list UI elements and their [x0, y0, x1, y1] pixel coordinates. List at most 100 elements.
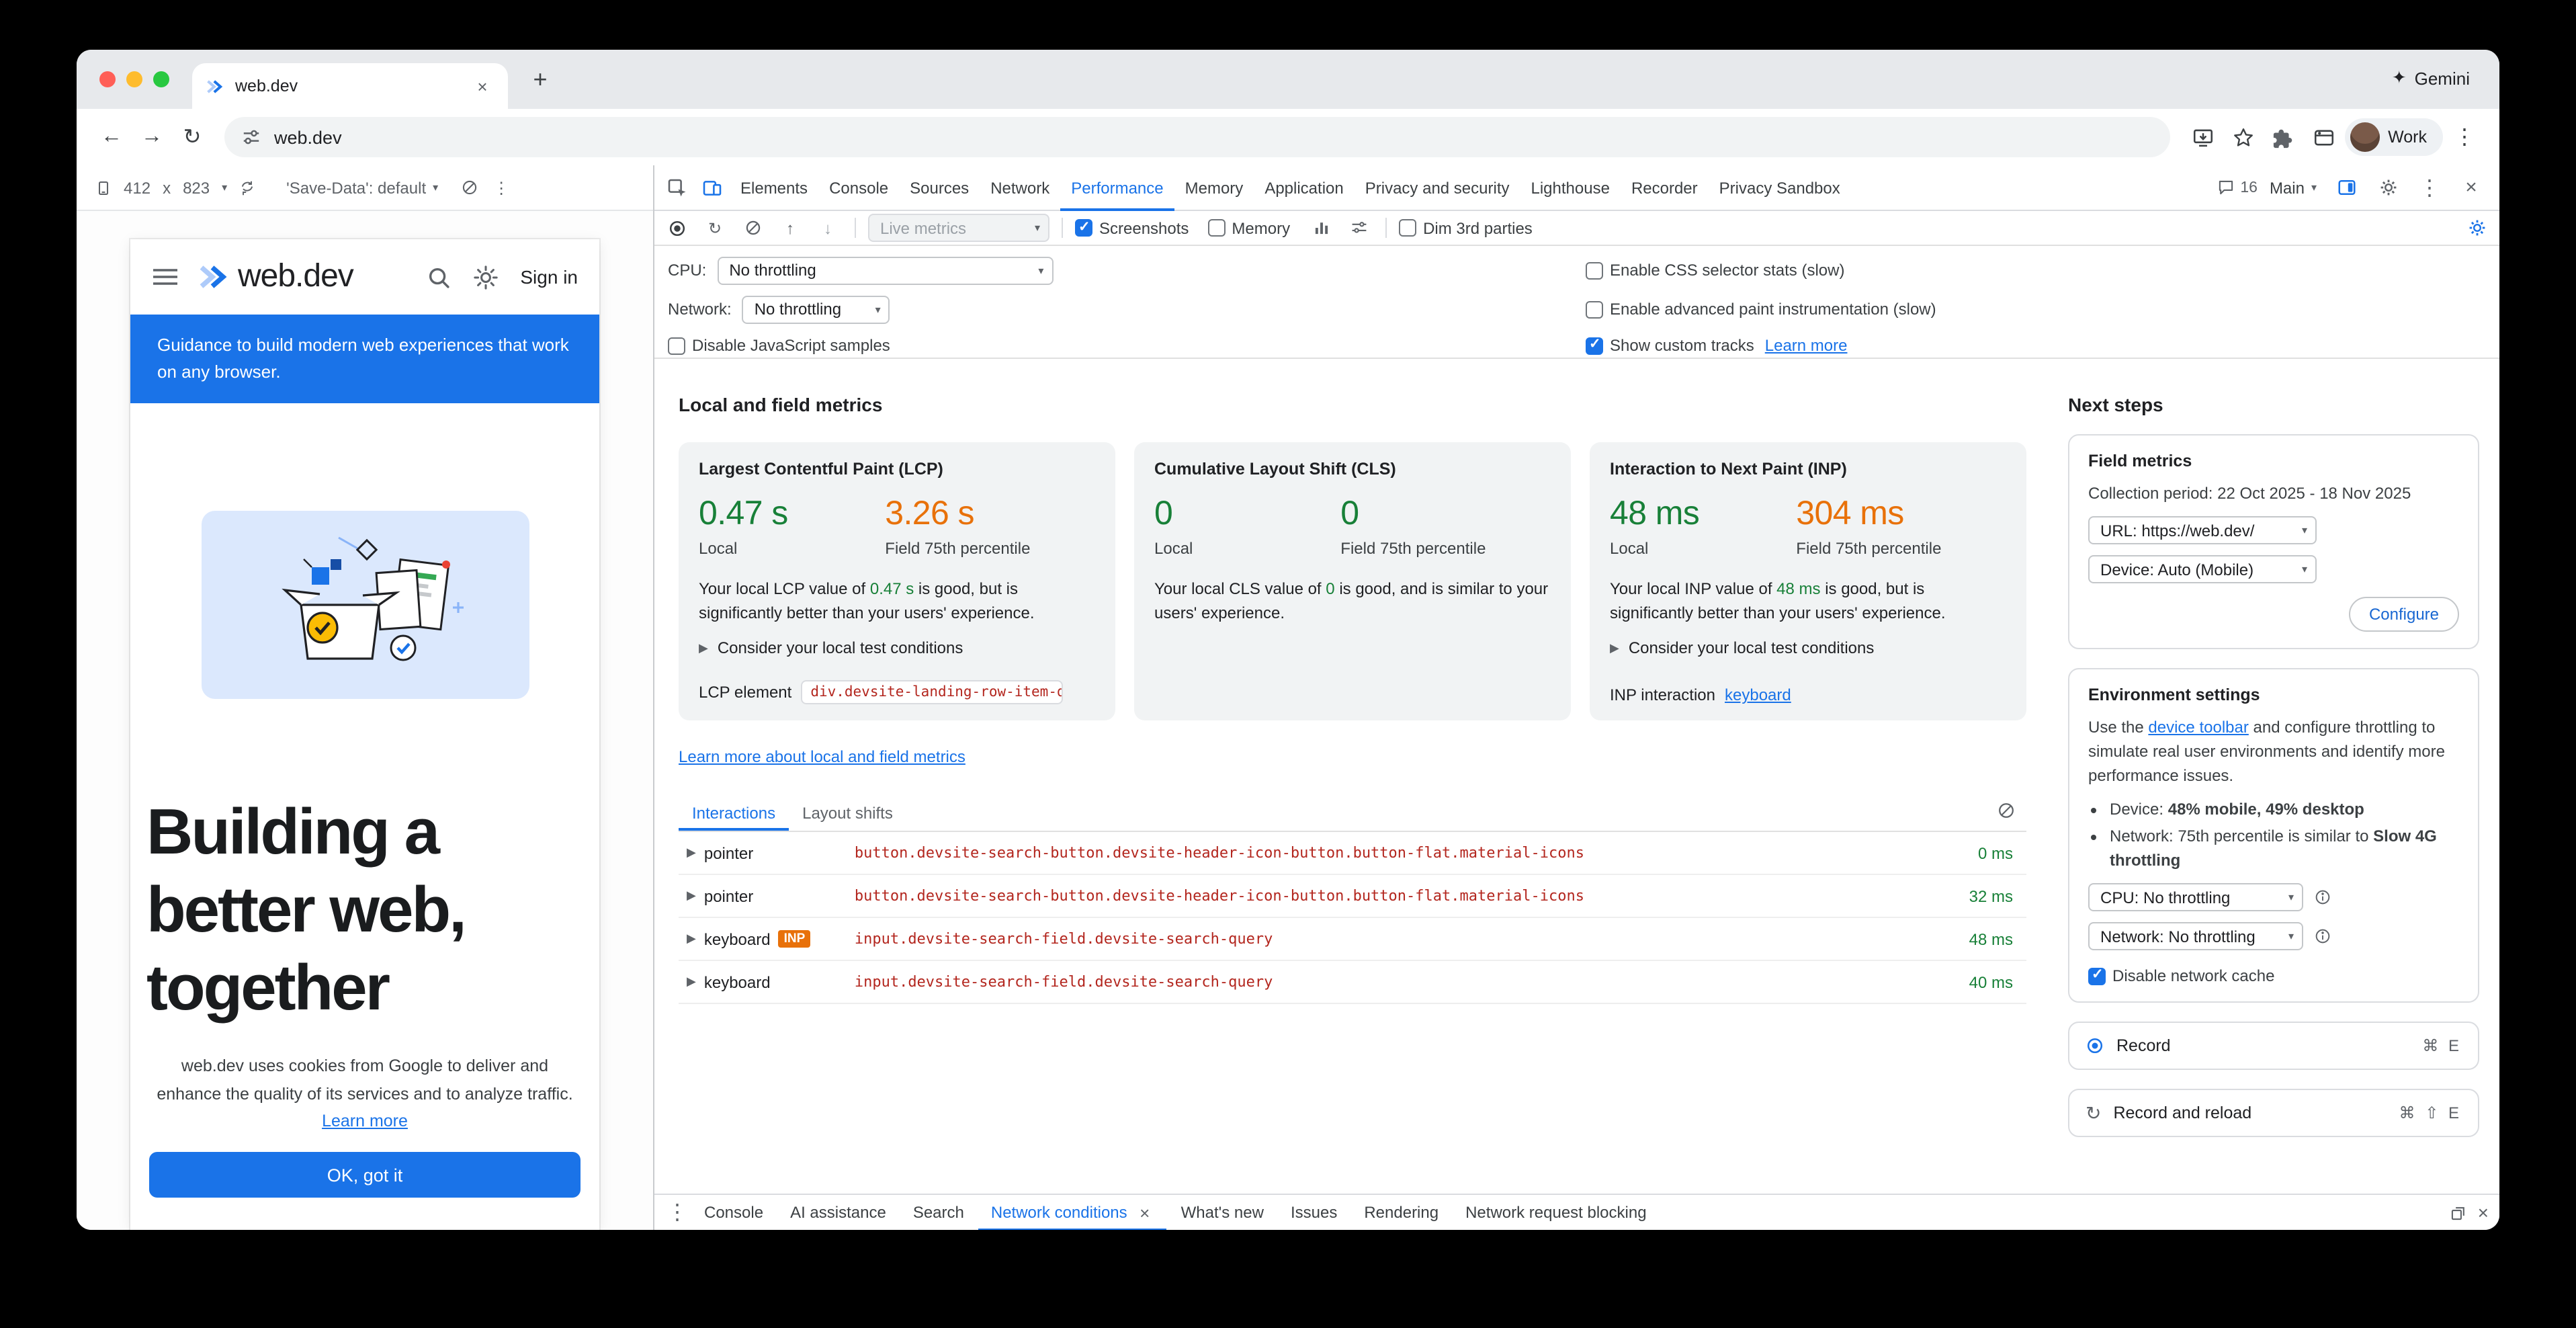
- tab-search-icon[interactable]: [2305, 118, 2342, 156]
- rotate-icon[interactable]: [239, 179, 255, 196]
- gemini-button[interactable]: ✦ Gemini: [2392, 67, 2470, 89]
- triangle-right-icon[interactable]: ▶: [687, 974, 696, 989]
- field-device-select[interactable]: Device: Auto (Mobile)▾: [2088, 555, 2317, 583]
- devtools-tab-elements[interactable]: Elements: [730, 165, 818, 210]
- search-icon[interactable]: [426, 264, 452, 290]
- drawer-tab-issues[interactable]: Issues: [1279, 1194, 1349, 1230]
- network-info-icon[interactable]: [2314, 927, 2331, 945]
- tab-close-icon[interactable]: ×: [470, 74, 495, 98]
- cpu-throttling-select[interactable]: No throttling▾: [717, 256, 1053, 284]
- stats-icon[interactable]: [1306, 214, 1336, 241]
- forward-button[interactable]: →: [133, 118, 171, 156]
- throttling-icon[interactable]: [461, 179, 478, 196]
- record-icon[interactable]: [662, 214, 692, 241]
- devtools-menu-icon[interactable]: ⋮: [2412, 170, 2447, 205]
- checkbox[interactable]: [1586, 261, 1603, 279]
- dock-side-icon[interactable]: [2329, 170, 2364, 205]
- promo-banner[interactable]: Guidance to build modern web experiences…: [130, 315, 599, 404]
- close-window-button[interactable]: [99, 71, 116, 87]
- interaction-selector[interactable]: button.devsite-search-button.devsite-hea…: [855, 844, 1922, 862]
- save-profile-icon[interactable]: ↓: [813, 214, 843, 241]
- record-button[interactable]: Record ⌘ E: [2068, 1022, 2479, 1070]
- new-tab-button[interactable]: +: [525, 65, 555, 94]
- site-logo[interactable]: web.dev: [198, 258, 353, 296]
- drawer-tab-ai-assistance[interactable]: AI assistance: [778, 1194, 898, 1230]
- devtools-tab-memory[interactable]: Memory: [1174, 165, 1254, 210]
- interactions-tab[interactable]: Interactions: [679, 794, 789, 831]
- cookie-learn-more-link[interactable]: Learn more: [322, 1112, 408, 1131]
- device-select-icon[interactable]: [95, 179, 112, 196]
- devtools-settings-gear-icon[interactable]: [2370, 170, 2405, 205]
- theme-toggle-icon[interactable]: [473, 264, 499, 290]
- javascript-context-select[interactable]: Main ▾: [2264, 178, 2322, 197]
- dim-third-parties-checkbox[interactable]: Dim 3rd parties: [1399, 218, 1533, 237]
- metrics-learn-more-link[interactable]: Learn more about local and field metrics: [679, 747, 965, 766]
- disable-js-samples-checkbox[interactable]: Disable JavaScript samples: [668, 336, 890, 355]
- checkbox[interactable]: [1399, 219, 1416, 237]
- browser-menu-icon[interactable]: ⋮: [2446, 118, 2483, 156]
- drawer-tab-network-request-blocking[interactable]: Network request blocking: [1453, 1194, 1658, 1230]
- load-profile-icon[interactable]: ↑: [775, 214, 805, 241]
- sign-in-button[interactable]: Sign in: [520, 266, 578, 288]
- profile-chip[interactable]: Work: [2345, 118, 2443, 156]
- tune-icon[interactable]: [1344, 214, 1373, 241]
- checkbox[interactable]: [1586, 300, 1603, 318]
- install-icon[interactable]: [2184, 118, 2221, 156]
- device-toolbar-link[interactable]: device toolbar: [2148, 718, 2248, 737]
- devtools-tab-network[interactable]: Network: [980, 165, 1060, 210]
- expand-drawer-icon[interactable]: [2450, 1204, 2467, 1221]
- network-throttling-select[interactable]: No throttling▾: [742, 295, 890, 323]
- triangle-right-icon[interactable]: ▶: [687, 888, 696, 903]
- drawer-tab-close-icon[interactable]: ×: [1135, 1203, 1154, 1222]
- cpu-info-icon[interactable]: [2314, 888, 2331, 906]
- layout-shifts-tab[interactable]: Layout shifts: [789, 794, 906, 831]
- site-settings-icon[interactable]: [241, 126, 262, 148]
- console-messages-indicator[interactable]: 16: [2217, 179, 2258, 196]
- bookmark-star-icon[interactable]: [2224, 118, 2262, 156]
- reload-button[interactable]: ↻: [173, 118, 211, 156]
- back-button[interactable]: ←: [93, 118, 130, 156]
- interaction-row[interactable]: ▶ keyboard INP input.devsite-search-fiel…: [679, 918, 2026, 961]
- devtools-tab-sources[interactable]: Sources: [899, 165, 980, 210]
- record-and-reload-icon[interactable]: ↻: [700, 214, 730, 241]
- inp-interaction-link[interactable]: keyboard: [1725, 686, 1791, 704]
- show-custom-tracks-checkbox[interactable]: Show custom tracks: [1586, 336, 1754, 355]
- devtools-close-icon[interactable]: ×: [2454, 170, 2489, 205]
- css-selector-stats-checkbox[interactable]: Enable CSS selector stats (slow): [1586, 261, 1844, 280]
- devtools-tab-application[interactable]: Application: [1254, 165, 1354, 210]
- clear-icon[interactable]: [738, 214, 767, 241]
- address-bar[interactable]: web.dev: [224, 117, 2170, 157]
- disable-network-cache-checkbox[interactable]: Disable network cache: [2088, 966, 2274, 985]
- drawer-tab-console[interactable]: Console: [692, 1194, 775, 1230]
- zoom-window-button[interactable]: [153, 71, 169, 87]
- cookie-accept-button[interactable]: OK, got it: [149, 1152, 581, 1198]
- inp-consider-toggle[interactable]: ▶ Consider your local test conditions: [1610, 638, 2006, 657]
- paint-instrumentation-checkbox[interactable]: Enable advanced paint instrumentation (s…: [1586, 300, 1936, 319]
- hamburger-menu-icon[interactable]: [152, 267, 179, 286]
- triangle-right-icon[interactable]: ▶: [687, 845, 696, 860]
- interaction-selector[interactable]: input.devsite-search-field.devsite-searc…: [855, 973, 1922, 991]
- interaction-row[interactable]: ▶ pointer button.devsite-search-button.d…: [679, 832, 2026, 875]
- devtools-tab-privacy-security[interactable]: Privacy and security: [1355, 165, 1520, 210]
- lcp-element-link[interactable]: div.devsite-landing-row-item-d…: [801, 680, 1063, 704]
- extensions-icon[interactable]: [2264, 118, 2302, 156]
- field-url-select[interactable]: URL: https://web.dev/▾: [2088, 516, 2317, 544]
- checkbox[interactable]: [1075, 219, 1092, 237]
- device-toolbar-menu-icon[interactable]: ⋮: [493, 178, 509, 197]
- checkbox[interactable]: [668, 337, 685, 354]
- record-and-reload-button[interactable]: ↻ Record and reload ⌘ ⇧ E: [2068, 1089, 2479, 1137]
- interaction-selector[interactable]: button.devsite-search-button.devsite-hea…: [855, 887, 1922, 905]
- custom-tracks-learn-more-link[interactable]: Learn more: [1765, 336, 1848, 355]
- viewport-width-field[interactable]: 412: [124, 178, 151, 197]
- interaction-row[interactable]: ▶ pointer button.devsite-search-button.d…: [679, 875, 2026, 918]
- inspect-element-icon[interactable]: [660, 170, 695, 205]
- save-data-select[interactable]: 'Save-Data': default ▾: [286, 178, 438, 197]
- sidebar-network-select[interactable]: Network: No throttling▾: [2088, 922, 2303, 950]
- zoom-select-icon[interactable]: ▾: [222, 181, 227, 194]
- drawer-more-tools-icon[interactable]: ⋮: [665, 1195, 689, 1230]
- checkbox[interactable]: [2088, 967, 2106, 985]
- devtools-tab-recorder[interactable]: Recorder: [1621, 165, 1709, 210]
- checkbox[interactable]: [1207, 219, 1225, 237]
- checkbox[interactable]: [1586, 337, 1603, 354]
- lcp-consider-toggle[interactable]: ▶ Consider your local test conditions: [699, 638, 1095, 657]
